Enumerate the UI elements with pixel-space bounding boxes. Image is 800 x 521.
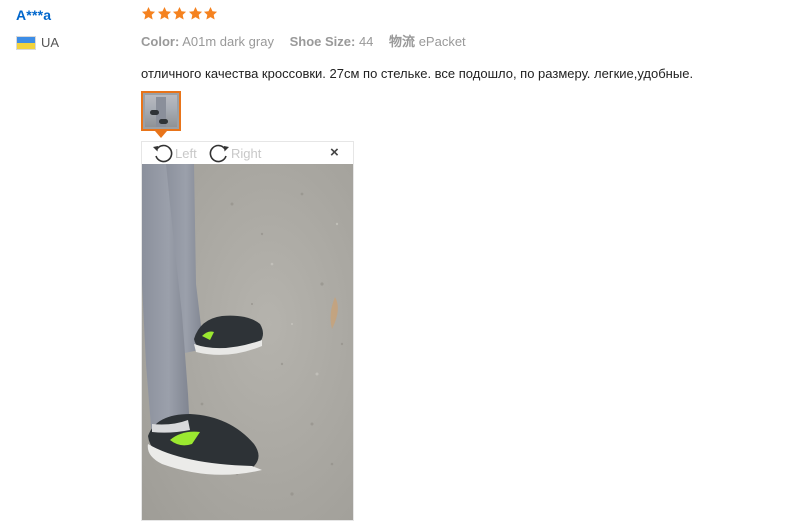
viewer-toolbar: Left Right × [142,142,353,164]
purchase-attributes: Color: A01m dark gray Shoe Size: 44 物流 e… [141,31,478,50]
rotate-right-icon [208,143,231,163]
reviewer-name[interactable]: A***a [16,7,51,23]
attribute-key: 物流 [389,34,416,49]
thumbnail-pointer-icon [155,131,167,138]
review-photo-thumbnail[interactable] [141,91,181,131]
thumbnail-image [145,95,177,127]
attribute-shipping: 物流 ePacket [389,31,466,50]
review-entry: A***a UA Color: A01m dark gray Shoe Size… [0,0,800,521]
star-icon [172,6,187,21]
star-icon [188,6,203,21]
rotate-left-label: Left [175,145,197,161]
star-rating [141,6,219,21]
attribute-shoe-size: Shoe Size: 44 [290,34,374,49]
close-icon[interactable]: × [330,145,339,161]
country-code: UA [41,35,60,50]
star-icon [141,6,156,21]
attribute-value: ePacket [418,34,466,49]
review-text: отличного качества кроссовки. 27см по ст… [141,66,694,81]
review-photo [142,164,353,520]
attribute-color: Color: A01m dark gray [141,34,274,49]
star-icon [203,6,218,21]
attribute-value: 44 [358,34,374,49]
ukraine-flag-icon [16,35,36,50]
star-icon [157,6,172,21]
rotate-right-label: Right [231,145,262,161]
attribute-key: Shoe Size: [289,34,356,49]
attribute-value: A01m dark gray [182,34,274,49]
rotate-right-button[interactable]: Right [208,143,261,163]
reviewer-country: UA [16,35,59,50]
photo-viewer: Left Right × [141,141,354,521]
rotate-left-icon [152,143,175,163]
attribute-key: Color: [141,34,180,49]
rotate-left-button[interactable]: Left [152,143,197,163]
